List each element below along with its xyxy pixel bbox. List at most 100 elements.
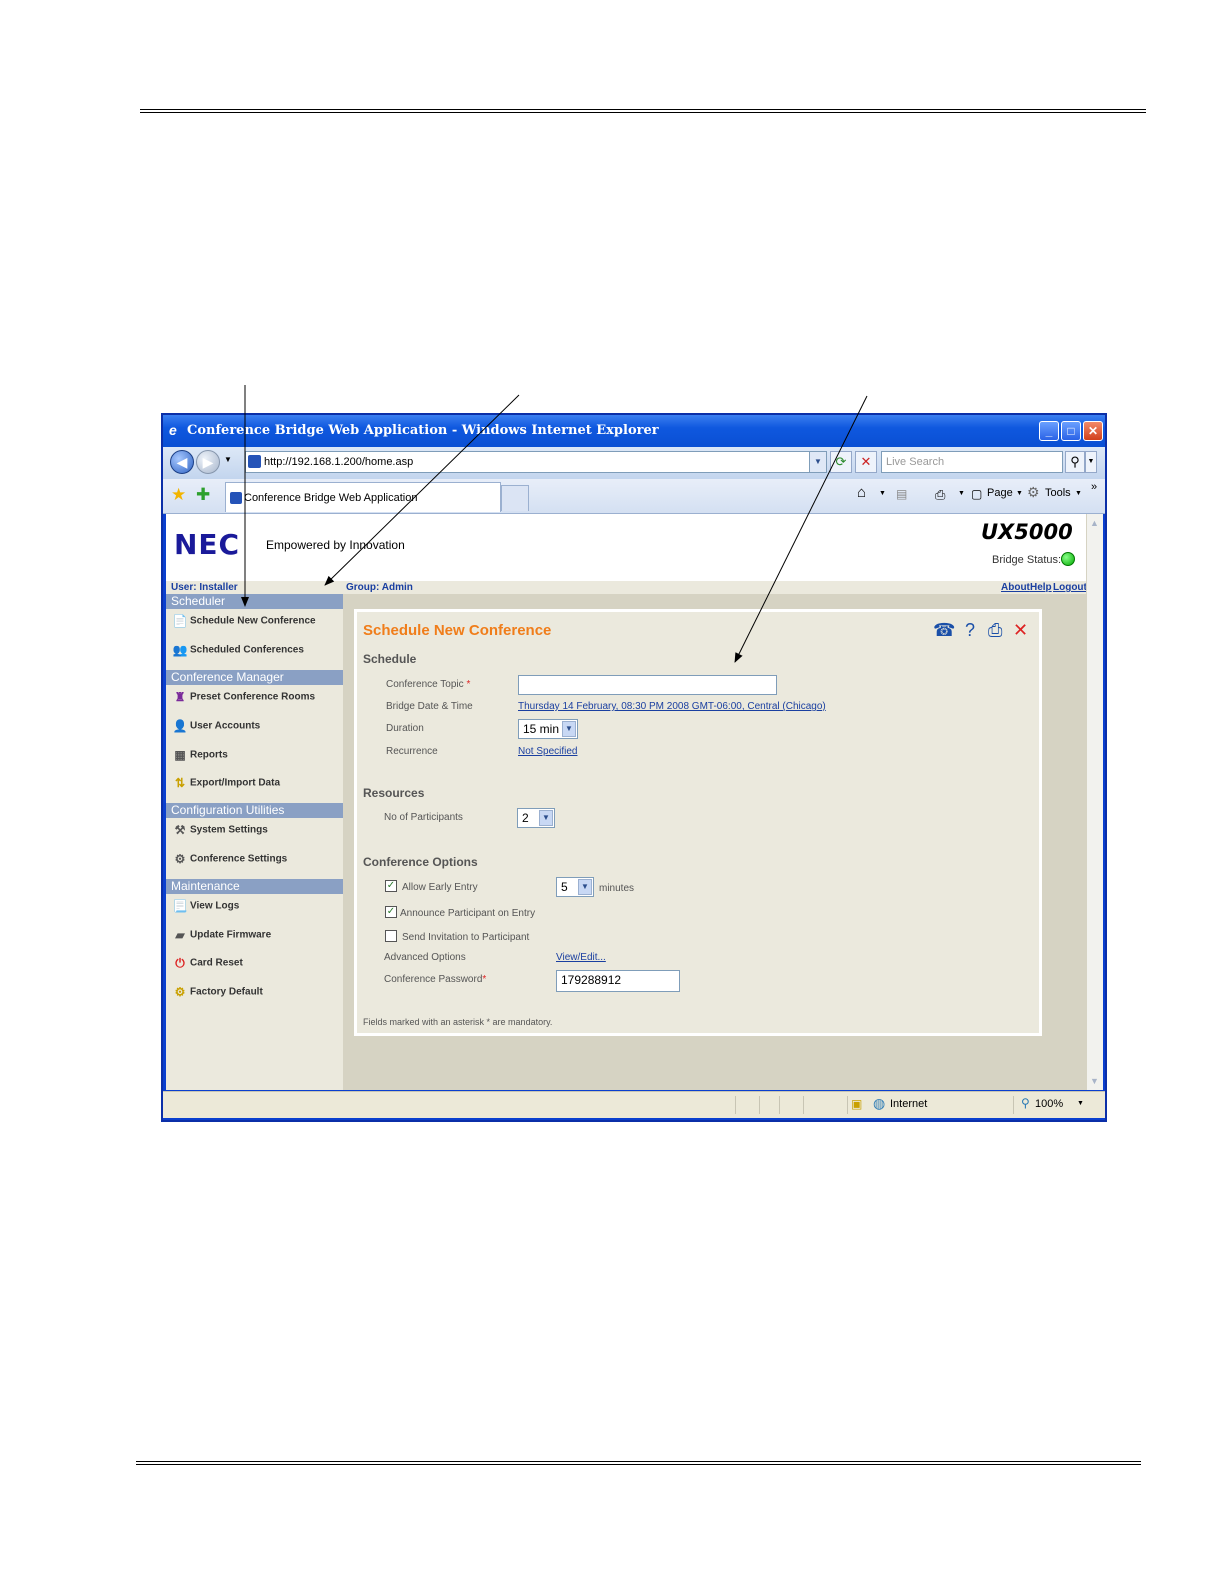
sidebar-item-label: Schedule New Conference [190, 615, 316, 627]
tab-title: Conference Bridge Web Application [244, 492, 418, 504]
help-link[interactable]: Help [1030, 582, 1052, 593]
feeds-icon[interactable]: ▤ [896, 487, 907, 501]
info-bar: User: Installer Group: Admin About Help … [166, 581, 1087, 594]
sidebar-item-label: Reports [190, 749, 228, 761]
sidebar-item-schedule-new-conference[interactable]: 📄 Schedule New Conference [172, 614, 316, 634]
tagline: Empowered by Innovation [266, 538, 405, 552]
sidebar-item-view-logs[interactable]: 📃 View Logs [172, 899, 240, 919]
sidebar-item-card-reset[interactable]: ⏻ Card Reset [172, 956, 243, 976]
print-icon[interactable]: ⎙ [935, 487, 945, 503]
invite-checkbox[interactable] [385, 930, 397, 942]
early-entry-select[interactable]: 5 ▼ [556, 877, 594, 897]
logout-link[interactable]: Logout [1053, 582, 1087, 593]
schedule-form: Schedule New Conference ☎ ? ⎙ ✕ Schedule… [354, 609, 1042, 1036]
zoom-level[interactable]: 100% [1035, 1098, 1063, 1110]
sidebar-section-scheduler: Scheduler [166, 594, 343, 609]
status-divider [847, 1096, 848, 1114]
protected-mode-icon: ▣ [851, 1097, 863, 1111]
scroll-up-icon[interactable]: ▲ [1088, 516, 1101, 530]
firmware-icon: ▰ [175, 928, 185, 942]
sidebar-item-preset-conference-rooms[interactable]: ♜ Preset Conference Rooms [172, 690, 315, 710]
participants-select[interactable]: 2 ▼ [517, 808, 555, 828]
refresh-button[interactable]: ⟳ [830, 451, 852, 473]
zoom-icon[interactable]: ⚲ [1021, 1096, 1030, 1110]
sidebar-item-update-firmware[interactable]: ▰ Update Firmware [172, 928, 271, 948]
factory-icon: ⚙ [174, 985, 186, 999]
sidebar-item-label: Conference Settings [190, 853, 288, 865]
main-panel: Schedule New Conference ☎ ? ⎙ ✕ Schedule… [343, 594, 1086, 1090]
status-bar: ▣ ◍ Internet ⚲ 100% ▼ [163, 1091, 1105, 1118]
status-divider [779, 1096, 780, 1114]
search-icon[interactable]: ⚲ [1065, 451, 1085, 473]
announce-checkbox[interactable]: ✓ [385, 906, 397, 918]
duration-select[interactable]: 15 min ▼ [518, 719, 578, 739]
duration-label: Duration [386, 723, 424, 734]
history-dropdown-icon[interactable]: ▼ [224, 455, 232, 464]
search-options-icon[interactable]: ▼ [1085, 451, 1097, 473]
home-dropdown-icon[interactable]: ▼ [879, 490, 886, 497]
sidebar-item-label: Update Firmware [190, 929, 272, 941]
recurrence-link[interactable]: Not Specified [518, 746, 577, 757]
help-icon[interactable]: ? [965, 620, 975, 641]
zoom-dropdown-icon[interactable]: ▼ [1077, 1100, 1084, 1107]
status-divider [759, 1096, 760, 1114]
back-button[interactable]: ◀ [170, 450, 194, 474]
tools-menu[interactable]: Tools [1045, 487, 1071, 499]
sidebar-item-scheduled-conferences[interactable]: 👥 Scheduled Conferences [172, 643, 304, 663]
status-divider [735, 1096, 736, 1114]
participants-label: No of Participants [384, 812, 463, 823]
conference-password-input[interactable]: 179288912 [556, 970, 680, 992]
sidebar-item-label: User Accounts [190, 720, 261, 732]
sidebar-item-conference-settings[interactable]: ⚙ Conference Settings [172, 852, 288, 872]
search-input[interactable]: Live Search [881, 451, 1063, 473]
sidebar-item-user-accounts[interactable]: 👤 User Accounts [172, 719, 261, 739]
stop-button[interactable]: ✕ [855, 451, 877, 473]
power-icon: ⏻ [175, 956, 185, 970]
about-link[interactable]: About [1001, 582, 1030, 593]
address-dropdown-icon[interactable]: ▼ [809, 452, 826, 472]
print-form-icon[interactable]: ⎙ [988, 620, 1002, 641]
close-window-button[interactable]: ✕ [1083, 421, 1103, 441]
password-required-mark: * [482, 974, 487, 985]
new-tab-button[interactable] [501, 485, 529, 511]
bridge-status-label: Bridge Status: [992, 554, 1062, 566]
chevron-down-icon: ▼ [578, 879, 592, 895]
vertical-scrollbar[interactable]: ▲ ▼ [1086, 514, 1103, 1090]
conference-icon[interactable]: ☎ [933, 620, 955, 641]
advanced-options-link[interactable]: View/Edit... [556, 952, 606, 963]
page-icon [248, 455, 261, 468]
add-favorite-icon[interactable]: ✚ [196, 485, 210, 505]
sidebar-item-export-import-data[interactable]: ⇅ Export/Import Data [172, 776, 280, 796]
internet-zone-icon: ◍ [873, 1095, 886, 1111]
scroll-down-icon[interactable]: ▼ [1088, 1074, 1101, 1088]
app-header: NEC Empowered by Innovation UX5000 Bridg… [166, 514, 1086, 581]
home-icon[interactable]: ⌂ [857, 484, 866, 501]
page-dropdown-icon[interactable]: ▼ [1016, 490, 1023, 497]
password-label: Conference Password* [384, 974, 486, 985]
title-bar[interactable]: e Conference Bridge Web Application - Wi… [163, 415, 1105, 447]
product-logo: UX5000 [981, 520, 1073, 544]
password-label-text: Conference Password [384, 974, 483, 985]
maximize-button[interactable]: □ [1061, 421, 1081, 441]
forward-button[interactable]: ▶ [196, 450, 220, 474]
sidebar-item-label: Factory Default [190, 986, 263, 998]
schedule-icon: 📄 [172, 614, 188, 628]
sidebar-item-reports[interactable]: ▦ Reports [172, 748, 228, 768]
favorites-star-icon[interactable]: ★ [171, 485, 186, 505]
close-form-icon[interactable]: ✕ [1013, 620, 1028, 641]
tools-dropdown-icon[interactable]: ▼ [1075, 490, 1082, 497]
early-entry-checkbox[interactable]: ✓ [385, 880, 397, 892]
chevron-more-icon[interactable]: » [1091, 481, 1097, 493]
sidebar-item-factory-default[interactable]: ⚙ Factory Default [172, 985, 263, 1005]
minimize-button[interactable]: _ [1039, 421, 1059, 441]
tools-gear-icon: ⚙ [1027, 484, 1040, 500]
bridge-date-link[interactable]: Thursday 14 February, 08:30 PM 2008 GMT-… [518, 701, 826, 712]
print-dropdown-icon[interactable]: ▼ [958, 490, 965, 497]
sidebar-item-system-settings[interactable]: ⚒ System Settings [172, 823, 268, 843]
browser-tab-active[interactable]: Conference Bridge Web Application [225, 482, 501, 512]
advanced-label: Advanced Options [384, 952, 466, 963]
resources-heading: Resources [363, 786, 425, 800]
page-menu[interactable]: Page [987, 487, 1013, 499]
address-bar[interactable]: http://192.168.1.200/home.asp ▼ [245, 451, 827, 473]
conference-topic-input[interactable] [518, 675, 777, 695]
